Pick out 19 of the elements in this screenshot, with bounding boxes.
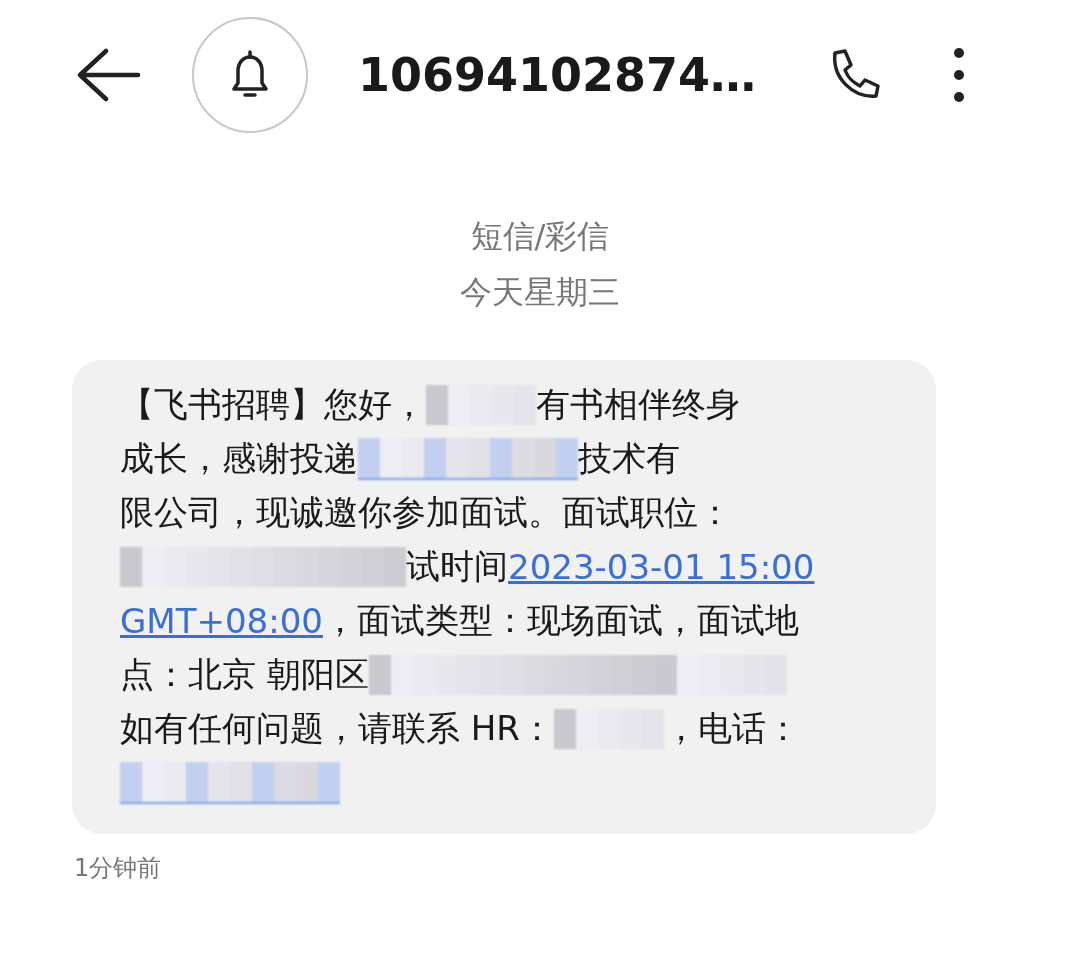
message-time: 1分钟前 — [74, 853, 162, 884]
date-link[interactable]: GMT+08:00 — [120, 601, 323, 641]
contact-title: 10694102874… — [358, 48, 758, 102]
message-text: 成长，感谢投递 — [120, 437, 358, 480]
more-icon[interactable] — [953, 47, 965, 103]
message-text: 试时间 — [406, 545, 508, 588]
message-text: 技术有 — [578, 437, 680, 480]
message-text: 点：北京 朝阳区 — [120, 653, 369, 696]
back-icon[interactable] — [76, 48, 140, 102]
date-label: 今天星期三 — [460, 272, 620, 313]
message-text: ，电话： — [664, 707, 800, 750]
message-text: 【飞书招聘】您好， — [120, 383, 426, 426]
date-link[interactable]: 2023-03-01 15:00 — [508, 547, 815, 587]
message-text: 如有任何问题，请联系 HR： — [120, 707, 554, 750]
message-text: 有书相伴终身 — [536, 383, 740, 426]
contact-avatar[interactable] — [192, 17, 308, 133]
channel-label: 短信/彩信 — [470, 216, 610, 257]
message-text: 限公司，现诚邀你参加面试。面试职位： — [120, 491, 732, 534]
message-text: ，面试类型：现场面试，面试地 — [322, 599, 799, 642]
